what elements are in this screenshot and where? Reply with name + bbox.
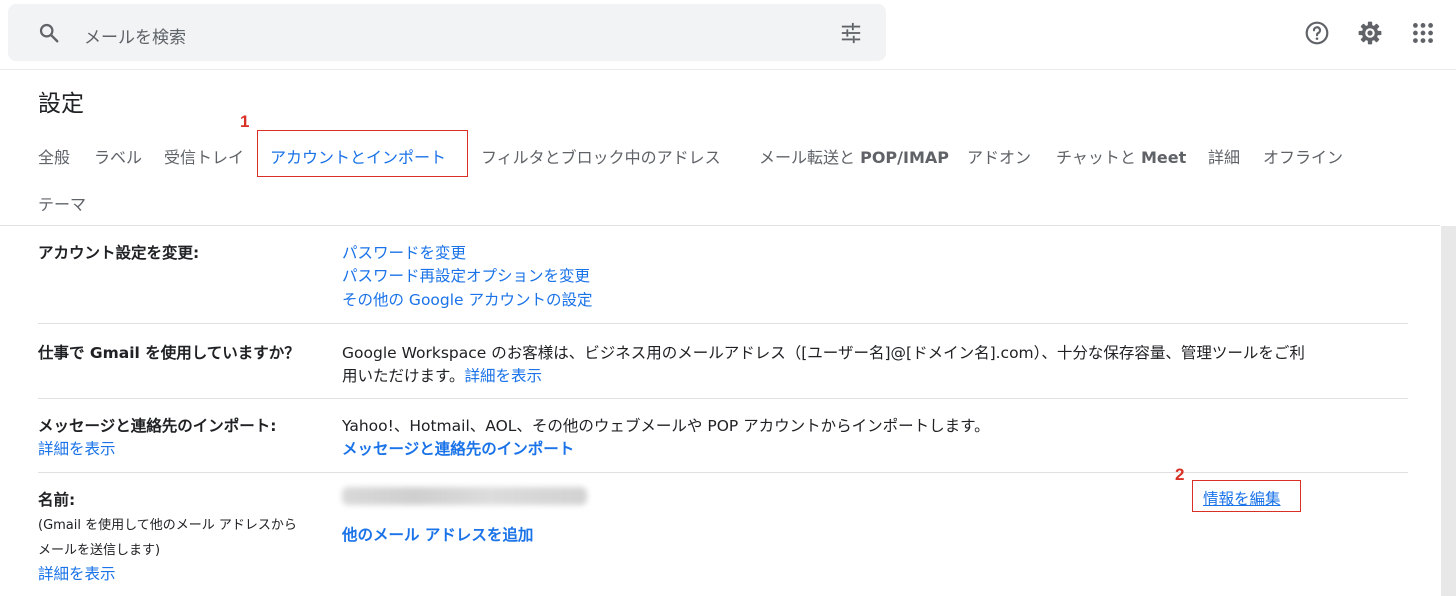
tab-addons[interactable]: アドオン bbox=[967, 144, 1031, 168]
search-input[interactable]: メールを検索 bbox=[84, 23, 186, 48]
tab-inbox[interactable]: 受信トレイ bbox=[164, 144, 244, 168]
annotation-number-1: 1 bbox=[240, 112, 250, 131]
annotation-number-2: 2 bbox=[1175, 465, 1185, 484]
workspace-text-tail: 用いただけます。 bbox=[342, 367, 465, 385]
account-settings-label: アカウント設定を変更: bbox=[38, 244, 200, 262]
name-desc-line2: メールを送信します) bbox=[38, 543, 161, 558]
tab-advanced[interactable]: 詳細 bbox=[1208, 144, 1240, 168]
name-desc-line1: (Gmail を使用して他のメール アドレスから bbox=[38, 518, 297, 533]
row-divider bbox=[38, 323, 1408, 324]
tune-icon[interactable] bbox=[840, 22, 862, 44]
tab-filters[interactable]: フィルタとブロック中のアドレス bbox=[481, 144, 721, 168]
workspace-learn-more-link[interactable]: 詳細を表示 bbox=[464, 367, 542, 385]
annotation-box-2 bbox=[1192, 480, 1301, 512]
tab-chat-meet-bold: Meet bbox=[1140, 148, 1187, 167]
add-email-address-link[interactable]: 他のメール アドレスを追加 bbox=[342, 523, 533, 545]
workspace-text-line1: Google Workspace のお客様は、ビジネス用のメールアドレス（[ユー… bbox=[342, 344, 1305, 362]
import-learn-more-link[interactable]: 詳細を表示 bbox=[38, 437, 116, 459]
import-label: メッセージと連絡先のインポート: bbox=[38, 417, 277, 435]
tab-chat-meet[interactable]: チャットと Meet bbox=[1056, 144, 1186, 168]
name-learn-more-link[interactable]: 詳細を表示 bbox=[38, 562, 116, 584]
help-icon[interactable] bbox=[1304, 20, 1330, 46]
search-box[interactable]: メールを検索 bbox=[8, 4, 886, 61]
google-account-settings-link[interactable]: その他の Google アカウントの設定 bbox=[342, 288, 593, 310]
top-bar: メールを検索 bbox=[0, 0, 1456, 70]
row-divider bbox=[38, 472, 1408, 473]
tab-chat-label: チャットと bbox=[1056, 148, 1141, 167]
change-recovery-link[interactable]: パスワード再設定オプションを変更 bbox=[342, 264, 590, 286]
tab-themes[interactable]: テーマ bbox=[38, 191, 86, 215]
apps-icon[interactable] bbox=[1410, 20, 1436, 46]
annotation-box-1 bbox=[257, 130, 468, 177]
workspace-text-line2: 用いただけます。詳細を表示 bbox=[342, 364, 542, 386]
search-icon[interactable] bbox=[38, 22, 60, 44]
workspace-label: 仕事で Gmail を使用していますか？ bbox=[38, 344, 300, 362]
tab-forwarding-pop: POP/IMAP bbox=[860, 148, 949, 167]
import-messages-link[interactable]: メッセージと連絡先のインポート bbox=[342, 437, 574, 459]
tabs-divider bbox=[0, 225, 1440, 226]
row-divider bbox=[38, 398, 1408, 399]
blurred-email-address bbox=[342, 487, 587, 505]
name-label: 名前: bbox=[38, 491, 76, 509]
tab-offline[interactable]: オフライン bbox=[1263, 144, 1343, 168]
page-title: 設定 bbox=[38, 91, 84, 117]
change-password-link[interactable]: パスワードを変更 bbox=[342, 241, 466, 263]
tab-forwarding[interactable]: メール転送と POP/IMAP bbox=[759, 144, 949, 168]
tab-general[interactable]: 全般 bbox=[38, 144, 70, 168]
tab-forwarding-label: メール転送と bbox=[759, 148, 861, 167]
tab-labels[interactable]: ラベル bbox=[94, 144, 142, 168]
gear-icon[interactable] bbox=[1357, 20, 1383, 46]
import-description: Yahoo!、Hotmail、AOL、その他のウェブメールや POP アカウント… bbox=[342, 417, 990, 435]
scrollbar[interactable] bbox=[1441, 226, 1456, 596]
